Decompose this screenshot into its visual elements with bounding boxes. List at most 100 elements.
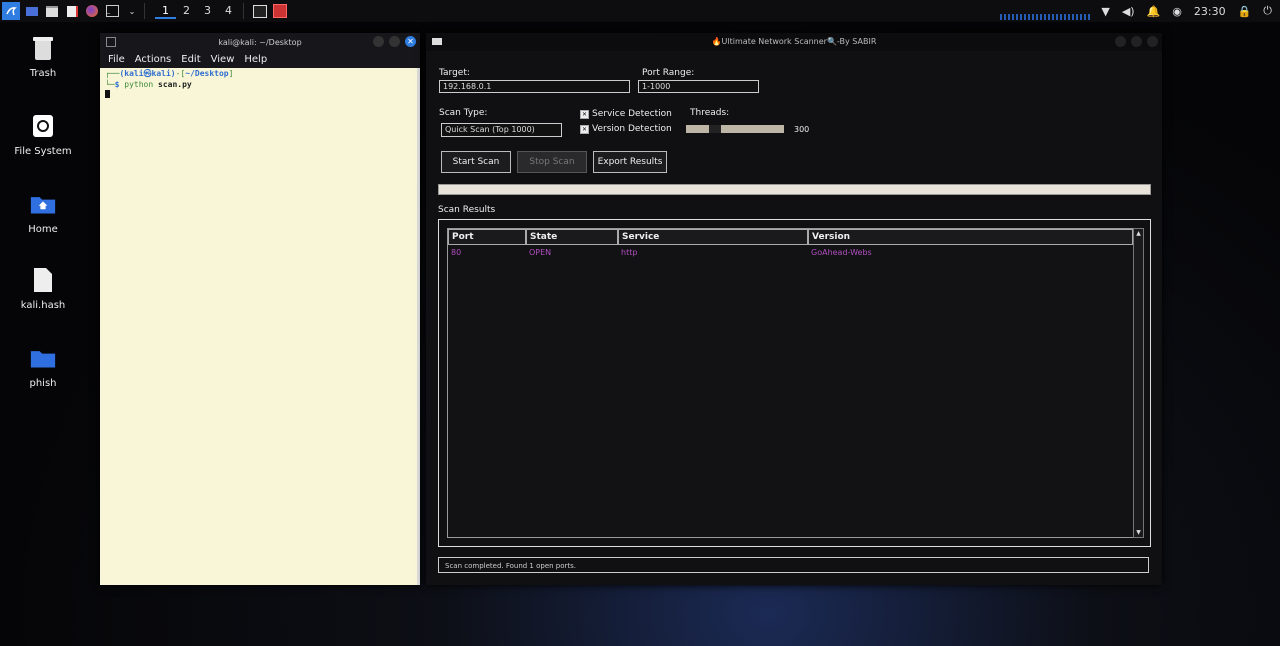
panel-separator [243,3,244,19]
prompt-line: ┌──(kali㉿kali)-[~/Desktop] [105,69,234,78]
cell-port: 80 [451,248,462,257]
threads-label: Threads: [690,108,730,118]
table-row[interactable]: 80 OPEN http GoAhead-Webs [448,245,1133,261]
desktop-icon-kali-hash[interactable]: kali.hash [12,266,74,311]
terminal-scrollbar[interactable] [417,68,420,585]
maximize-button[interactable] [389,36,400,47]
scan-type-select[interactable]: Quick Scan (Top 1000) [441,123,562,137]
close-button[interactable]: ✕ [405,36,416,47]
minimize-button[interactable] [1115,36,1126,47]
service-detection-label: Service Detection [592,109,672,119]
clock-time[interactable]: 23:30 [1194,5,1226,18]
scanner-title: 🔥Ultimate Network Scanner🔍-By SABIR [711,37,877,46]
column-header-version[interactable]: Version [808,229,1133,245]
scanner-titlebar[interactable]: 🔥Ultimate Network Scanner🔍-By SABIR [426,33,1162,51]
volume-icon[interactable]: ◀) [1122,5,1135,18]
wifi-icon[interactable]: ▼ [1101,5,1109,18]
workspace-2[interactable]: 2 [176,4,197,19]
desktop-icon-label: phish [29,378,57,389]
chevron-down-icon[interactable]: ⌄ [124,3,140,19]
prompt-user: (kali㉿kali) [119,69,176,78]
workspace-4[interactable]: 4 [218,4,239,19]
column-header-state[interactable]: State [526,229,618,245]
scroll-down-icon[interactable]: ▼ [1134,528,1143,537]
service-detection-checkbox[interactable]: ✕ Service Detection [580,109,672,119]
workspace-1[interactable]: 1 [155,4,176,19]
terminal-titlebar[interactable]: kali@kali: ~/Desktop ✕ [100,33,420,51]
command-prefix: python [124,80,154,89]
desktop-icon-home[interactable]: Home [12,190,74,235]
file-icon [30,266,56,294]
menu-help[interactable]: Help [244,54,267,65]
power-icon[interactable]: ⏻ [1263,4,1272,18]
menu-view[interactable]: View [211,54,235,65]
command-arg: scan.py [158,80,192,89]
column-header-port[interactable]: Port [448,229,526,245]
taskbar-terminal-icon[interactable] [252,3,268,19]
prompt-path: ~/Desktop [185,69,229,78]
terminal-output[interactable]: ┌──(kali㉿kali)-[~/Desktop] └─$ python sc… [100,68,418,585]
results-table: Port State Service Version 80 OPEN http … [447,228,1134,538]
system-tray: ▼ ◀) 🔔 ◉ 23:30 🔒 ⏻ [1101,0,1272,22]
folder-icon [30,344,56,372]
target-label: Target: [439,68,470,78]
maximize-button[interactable] [1131,36,1142,47]
scan-results-label: Scan Results [438,205,496,215]
column-header-service[interactable]: Service [618,229,808,245]
text-cursor [105,90,110,98]
desktop-icon-phish[interactable]: phish [12,344,74,389]
terminal-title: kali@kali: ~/Desktop [218,37,302,47]
menu-edit[interactable]: Edit [181,54,200,65]
kali-menu-icon[interactable] [2,2,20,20]
start-scan-button[interactable]: Start Scan [441,151,511,173]
cell-service: http [621,248,638,257]
minimize-button[interactable] [373,36,384,47]
threads-value: 300 [794,125,810,134]
threads-slider[interactable] [686,125,784,133]
window-menu-icon[interactable] [432,38,442,45]
desktop-icon-file-system[interactable]: File System [12,112,74,157]
workspace-switcher[interactable]: 1 2 3 4 [155,4,239,19]
cursor-line [100,90,418,101]
desktop-icon-label: File System [14,146,72,157]
cell-state: OPEN [529,248,552,257]
file-manager-icon[interactable] [44,3,60,19]
checkbox-checked-icon: ✕ [580,124,589,134]
show-desktop-icon[interactable] [24,3,40,19]
status-bar: Scan completed. Found 1 open ports. [438,557,1149,573]
trash-icon [30,34,56,62]
notification-bell-icon[interactable]: 🔔 [1147,5,1161,18]
slider-handle[interactable] [706,125,724,133]
menu-actions[interactable]: Actions [135,54,172,65]
clock-icon: ◉ [1172,4,1182,18]
panel-separator [144,3,145,19]
scan-type-label: Scan Type: [439,108,488,118]
target-input[interactable]: 192.168.0.1 [439,80,630,93]
firefox-icon[interactable] [84,3,100,19]
home-folder-icon [30,190,56,218]
results-scrollbar[interactable]: ▲ ▼ [1133,228,1144,538]
network-activity-graph [1000,14,1090,20]
scroll-up-icon[interactable]: ▲ [1134,229,1143,238]
port-range-label: Port Range: [642,68,695,78]
port-range-input[interactable]: 1-1000 [638,80,759,93]
menu-file[interactable]: File [108,54,125,65]
terminal-launcher-icon[interactable]: _ [104,3,120,19]
export-results-button[interactable]: Export Results [593,151,667,173]
taskbar-scanner-icon[interactable] [272,3,288,19]
workspace-3[interactable]: 3 [197,4,218,19]
stop-scan-button[interactable]: Stop Scan [517,151,587,173]
terminal-window: kali@kali: ~/Desktop ✕ File Actions Edit… [100,33,420,585]
desktop-icon-label: Trash [29,68,57,79]
desktop-icon-label: Home [28,224,58,235]
desktop-icon-trash[interactable]: Trash [12,34,74,79]
drive-icon [30,112,56,140]
scan-results-frame: Port State Service Version 80 OPEN http … [438,219,1151,547]
close-button[interactable] [1147,36,1158,47]
text-editor-icon[interactable] [64,3,80,19]
version-detection-checkbox[interactable]: ✕ Version Detection [580,124,672,134]
command-line: └─$ python scan.py [105,80,192,89]
window-menu-icon[interactable] [106,37,116,47]
version-detection-label: Version Detection [592,124,672,134]
lock-icon[interactable]: 🔒 [1238,5,1252,18]
